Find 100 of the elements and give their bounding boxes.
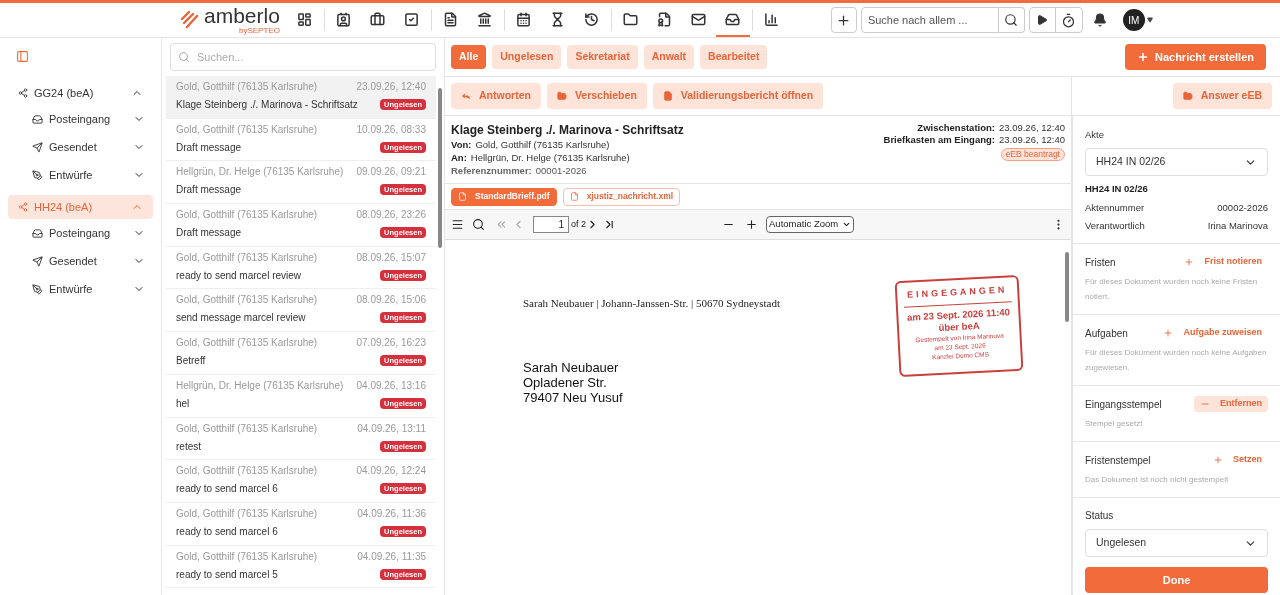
section-title: Eingangsstempel (1085, 397, 1162, 412)
send-icon (32, 141, 43, 153)
address-line: Sarah Neubauer (523, 359, 620, 375)
date-text: 07.09.26, 16:23 (356, 336, 426, 351)
mailbox-item[interactable]: GG24 (beA) (8, 81, 153, 105)
zoom-in-icon[interactable] (745, 218, 758, 231)
section-title: Fristenstempel (1085, 453, 1151, 468)
address-line: Opladener Str. (523, 374, 608, 390)
section-note: Für dieses Dokument wurden noch keine Fristen notiert. (1085, 276, 1259, 303)
user-avatar[interactable]: IM (1122, 9, 1145, 31)
logo-mark-icon (180, 11, 200, 29)
detail-label: Aktennummer (1085, 200, 1145, 215)
message-subject: Klage Steinberg ./. Marinova - Schriftsatz (451, 122, 684, 138)
zoom-select[interactable]: Automatic Zoom (766, 216, 855, 233)
folder-item[interactable]: Gesendet (8, 247, 153, 275)
section-title: Aufgaben (1085, 326, 1128, 341)
certificate-icon (657, 11, 673, 27)
plus-icon (1213, 455, 1223, 465)
history-icon (584, 11, 600, 27)
status-select[interactable]: Ungelesen (1085, 529, 1268, 557)
page-count: of 2 (571, 217, 586, 231)
logo-subtitle: bySEPTEO (238, 25, 280, 35)
subject-text: send message marcel review (176, 311, 306, 326)
date-text: 08.09.26, 15:06 (356, 293, 426, 308)
subject-text: ready to send marcel 6 (176, 482, 278, 497)
subject-text: retest (176, 439, 201, 454)
date-text: 23.09.26, 12:40 (356, 80, 426, 94)
last-page-icon[interactable] (603, 218, 616, 231)
field-value: Gold, Gotthilf (76135 Karlsruhe) (475, 138, 610, 151)
timer-icon (1061, 12, 1077, 28)
folder-item[interactable]: Posteingang (8, 105, 153, 133)
field-label: Status (1085, 509, 1115, 523)
address-line: 79407 Neu Yusuf (523, 389, 624, 405)
play-icon (1036, 14, 1049, 26)
date-text: 08.09.26, 15:07 (356, 250, 426, 265)
plus-icon (1163, 328, 1174, 338)
search-icon[interactable] (472, 218, 485, 231)
plus-icon (1184, 257, 1195, 267)
message-search-field[interactable]: Suchen... (170, 43, 436, 71)
search-icon (178, 51, 190, 63)
sender-text: Gold, Gotthilf (76135 Karlsruhe) (176, 250, 318, 265)
sender-text: Gold, Gotthilf (76135 Karlsruhe) (176, 336, 318, 351)
folder-icon (1182, 91, 1193, 101)
reply-icon (461, 91, 471, 101)
subject-text: ready to send marcel review (176, 268, 302, 283)
search-button[interactable] (998, 7, 1025, 33)
date-text: 04.09.26, 11:35 (357, 549, 426, 564)
caret-icon (1146, 17, 1153, 23)
notification-icon[interactable] (1092, 13, 1107, 27)
folder-icon (556, 91, 567, 101)
inbox-icon (32, 227, 43, 239)
dashboard-icon (297, 11, 313, 27)
meta-label: Briefkasten am Eingang: (883, 134, 995, 146)
meta-label: Zwischenstation: (917, 122, 995, 134)
share-icon (18, 88, 28, 98)
field-label: An: (451, 151, 467, 164)
sender-text: Gold, Gotthilf (76135 Karlsruhe) (176, 464, 318, 479)
meta-value: 23.09.26, 12:40 (998, 122, 1065, 134)
folder-item[interactable]: Entwürfe (8, 161, 153, 189)
detail-label: Verantwortlich (1085, 218, 1145, 233)
date-text: 08.09.26, 23:26 (356, 208, 426, 223)
subject-text: Draft message (176, 140, 242, 155)
plus-icon (1136, 51, 1149, 63)
date-text: 04.09.26, 12:24 (356, 464, 426, 479)
field-label: Referenznummer: (451, 164, 532, 177)
field-label: Akte (1085, 128, 1105, 142)
detail-value: Irina Marinova (1207, 218, 1268, 233)
share-icon (18, 202, 28, 212)
meta-value: 23.09.26, 12:40 (998, 134, 1065, 146)
sidebar-toggle-icon[interactable] (451, 218, 464, 231)
folder-item[interactable]: Gesendet (8, 133, 153, 161)
case-select[interactable]: HH24 IN 02/26 (1085, 148, 1268, 177)
document-icon (443, 11, 459, 27)
section-note: Für dieses Dokument wurden noch keine Aufgaben zugewiesen. (1085, 347, 1268, 374)
section-note: Das Dokument ist noch nicht gestempelt (1085, 474, 1230, 486)
sender-text: Gold, Gotthilf (76135 Karlsruhe) (176, 293, 318, 308)
sender-text: Gold, Gotthilf (76135 Karlsruhe) (176, 80, 318, 94)
page-number-field[interactable]: 1 (533, 216, 569, 233)
field-value: 00001-2026 (535, 164, 587, 177)
file-icon (569, 192, 579, 201)
section-note: Stempel gesetzt (1085, 418, 1144, 430)
inbox-icon (725, 11, 741, 27)
file-icon (458, 192, 467, 201)
checkbox-icon (404, 11, 420, 27)
subject-text: Klage Steinberg ./. Marinova - Schriftsatz (176, 98, 358, 112)
folder-item[interactable]: Entwürfe (8, 275, 153, 303)
detail-value: 00002-2026 (1217, 200, 1268, 215)
sender-text: Hellgrün, Dr. Helge (76135 Karlsruhe) (176, 165, 344, 180)
draft-icon (32, 169, 43, 181)
add-button[interactable] (830, 7, 857, 33)
sidebar-toggle-icon[interactable] (16, 50, 29, 63)
draft-icon (32, 283, 43, 295)
send-icon (32, 255, 43, 267)
folder-item[interactable]: Posteingang (8, 219, 153, 247)
subject-text: Draft message (176, 183, 242, 198)
bank-icon (477, 11, 493, 27)
inbox-icon (32, 113, 43, 125)
date-text: 04.09.26, 13:11 (357, 421, 426, 436)
global-search-field[interactable]: Suche nach allem ... (860, 7, 999, 33)
document-icon (662, 91, 673, 101)
